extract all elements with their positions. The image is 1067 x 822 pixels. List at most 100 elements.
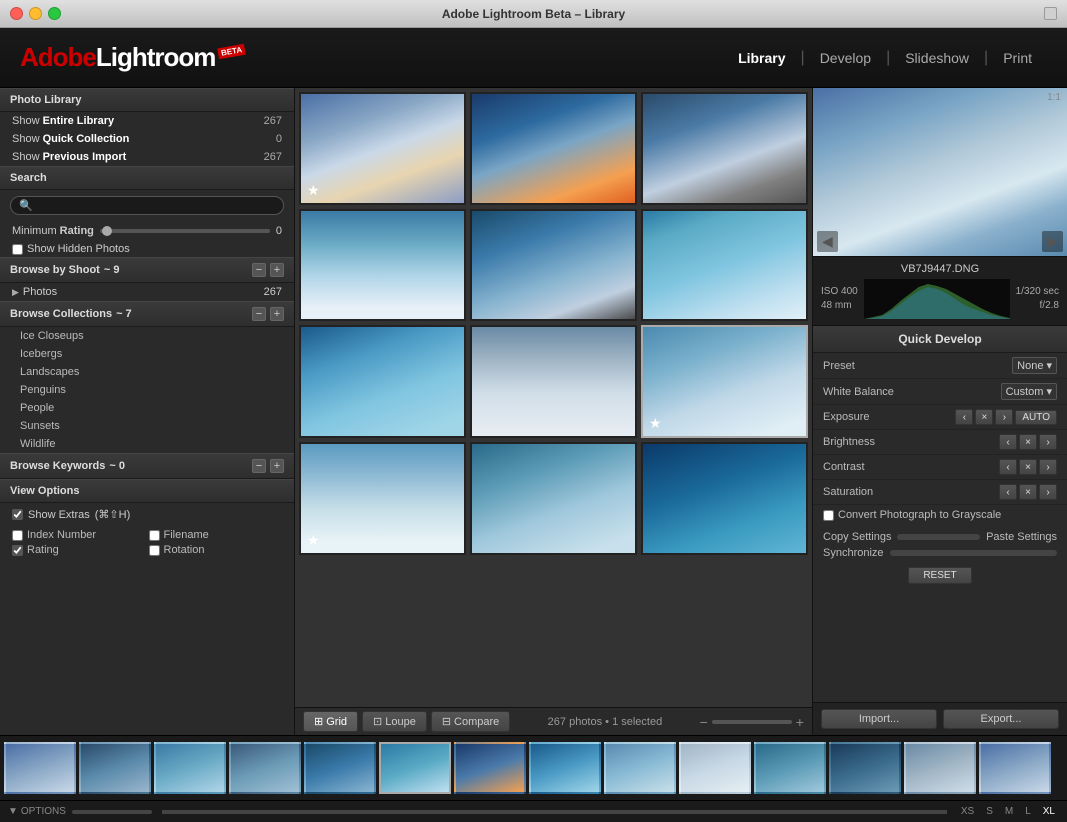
filmstrip-thumb-11[interactable] bbox=[754, 742, 826, 794]
browse-collections-collapse-btn[interactable]: − bbox=[252, 307, 266, 321]
collection-sunsets[interactable]: Sunsets bbox=[0, 417, 294, 435]
filmstrip-thumb-14[interactable] bbox=[979, 742, 1051, 794]
filmstrip-thumb-2[interactable] bbox=[79, 742, 151, 794]
collection-people[interactable]: People bbox=[0, 399, 294, 417]
browse-shoot-add-btn[interactable]: + bbox=[270, 263, 284, 277]
status-slider[interactable] bbox=[72, 810, 152, 814]
filmstrip-thumb-1[interactable] bbox=[4, 742, 76, 794]
filmstrip-thumb-5[interactable] bbox=[304, 742, 376, 794]
browse-keywords-collapse-btn[interactable]: − bbox=[252, 459, 266, 473]
size-xs-btn[interactable]: XS bbox=[957, 805, 978, 818]
copy-sync-slider[interactable] bbox=[897, 534, 980, 540]
filmstrip-thumb-6[interactable] bbox=[379, 742, 451, 794]
browse-keywords-header[interactable]: Browse Keywords ~ 0 − + bbox=[0, 453, 294, 479]
grid-cell-9[interactable]: ★ bbox=[641, 325, 808, 438]
filmstrip-thumb-13[interactable] bbox=[904, 742, 976, 794]
exposure-dec-btn[interactable]: ‹ bbox=[955, 409, 973, 425]
maximize-button[interactable] bbox=[48, 7, 61, 20]
search-input-wrap[interactable]: 🔍 bbox=[10, 196, 284, 215]
size-m-btn[interactable]: M bbox=[1001, 805, 1017, 818]
grid-cell-2[interactable] bbox=[470, 92, 637, 205]
grid-cell-5[interactable] bbox=[470, 209, 637, 322]
brightness-dec-btn[interactable]: ‹ bbox=[999, 434, 1017, 450]
grid-cell-6[interactable] bbox=[641, 209, 808, 322]
filmstrip-scrollbar[interactable] bbox=[162, 810, 947, 814]
collection-landscapes[interactable]: Landscapes bbox=[0, 363, 294, 381]
filename-checkbox[interactable] bbox=[149, 530, 160, 541]
zoom-out-btn[interactable]: − bbox=[700, 714, 708, 730]
close-button[interactable] bbox=[10, 7, 23, 20]
filmstrip-thumb-9[interactable] bbox=[604, 742, 676, 794]
browse-by-shoot-header[interactable]: Browse by Shoot ~ 9 − + bbox=[0, 257, 294, 283]
grid-cell-12[interactable] bbox=[641, 442, 808, 555]
contrast-dec-btn[interactable]: ‹ bbox=[999, 459, 1017, 475]
white-balance-dropdown[interactable]: Custom ▾ bbox=[1001, 383, 1057, 400]
import-btn[interactable]: Import... bbox=[821, 709, 937, 729]
saturation-inc-btn[interactable]: › bbox=[1039, 484, 1057, 500]
grid-view-btn[interactable]: ⊞ Grid bbox=[303, 711, 358, 732]
filmstrip-thumb-10[interactable] bbox=[679, 742, 751, 794]
grid-cell-10[interactable]: ★ bbox=[299, 442, 466, 555]
filmstrip-thumb-3[interactable] bbox=[154, 742, 226, 794]
filmstrip-thumb-7[interactable] bbox=[454, 742, 526, 794]
compare-view-btn[interactable]: ⊟ Compare bbox=[431, 711, 510, 732]
contrast-reset-btn[interactable]: × bbox=[1019, 459, 1037, 475]
preview-next-btn[interactable]: ▶ bbox=[1042, 231, 1063, 252]
rotation-checkbox[interactable] bbox=[149, 545, 160, 556]
grayscale-checkbox[interactable] bbox=[823, 510, 834, 521]
size-l-btn[interactable]: L bbox=[1021, 805, 1035, 818]
browse-collections-add-btn[interactable]: + bbox=[270, 307, 284, 321]
sync-slider[interactable] bbox=[890, 550, 1057, 556]
show-quick-collection[interactable]: Show Quick Collection 0 bbox=[0, 130, 294, 148]
show-hidden-checkbox[interactable] bbox=[12, 244, 23, 255]
grid-cell-3[interactable] bbox=[641, 92, 808, 205]
grid-cell-7[interactable] bbox=[299, 325, 466, 438]
saturation-dec-btn[interactable]: ‹ bbox=[999, 484, 1017, 500]
collection-ice-closeups[interactable]: Ice Closeups bbox=[0, 327, 294, 345]
contrast-inc-btn[interactable]: › bbox=[1039, 459, 1057, 475]
resize-button[interactable] bbox=[1044, 7, 1057, 20]
zoom-in-btn[interactable]: + bbox=[796, 714, 804, 730]
collection-wildlife[interactable]: Wildlife bbox=[0, 435, 294, 453]
collection-penguins[interactable]: Penguins bbox=[0, 381, 294, 399]
exposure-inc-btn[interactable]: › bbox=[995, 409, 1013, 425]
tab-slideshow[interactable]: Slideshow bbox=[890, 45, 984, 71]
grid-cell-8[interactable] bbox=[470, 325, 637, 438]
grid-cell-4[interactable] bbox=[299, 209, 466, 322]
minimize-button[interactable] bbox=[29, 7, 42, 20]
tab-develop[interactable]: Develop bbox=[805, 45, 886, 71]
options-btn[interactable]: ▼ OPTIONS bbox=[8, 806, 66, 817]
brightness-inc-btn[interactable]: › bbox=[1039, 434, 1057, 450]
browse-keywords-add-btn[interactable]: + bbox=[270, 459, 284, 473]
preview-prev-btn[interactable]: ◀ bbox=[817, 231, 838, 252]
grid-cell-11[interactable] bbox=[470, 442, 637, 555]
grid-cell-1[interactable]: ★ bbox=[299, 92, 466, 205]
filmstrip-thumb-8[interactable] bbox=[529, 742, 601, 794]
show-entire-library[interactable]: Show Entire Library 267 bbox=[0, 112, 294, 130]
exposure-reset-btn[interactable]: × bbox=[975, 409, 993, 425]
size-xl-btn[interactable]: XL bbox=[1039, 805, 1059, 818]
rating-slider[interactable] bbox=[100, 229, 270, 233]
saturation-reset-btn[interactable]: × bbox=[1019, 484, 1037, 500]
tab-library[interactable]: Library bbox=[723, 45, 800, 71]
index-number-checkbox[interactable] bbox=[12, 530, 23, 541]
preset-dropdown[interactable]: None ▾ bbox=[1012, 357, 1057, 374]
search-input[interactable] bbox=[37, 200, 275, 212]
show-extras-checkbox[interactable] bbox=[12, 509, 23, 520]
show-previous-import[interactable]: Show Previous Import 267 bbox=[0, 148, 294, 166]
brightness-reset-btn[interactable]: × bbox=[1019, 434, 1037, 450]
filmstrip-thumb-4[interactable] bbox=[229, 742, 301, 794]
loupe-view-btn[interactable]: ⊡ Loupe bbox=[362, 711, 427, 732]
rating-checkbox[interactable] bbox=[12, 545, 23, 556]
zoom-slider[interactable] bbox=[712, 720, 792, 724]
browse-collections-header[interactable]: Browse Collections ~ 7 − + bbox=[0, 301, 294, 327]
view-options-checkboxes: Index Number Filename Rating Rotation bbox=[0, 526, 294, 562]
browse-shoot-collapse-btn[interactable]: − bbox=[252, 263, 266, 277]
export-btn[interactable]: Export... bbox=[943, 709, 1059, 729]
filmstrip-thumb-12[interactable] bbox=[829, 742, 901, 794]
size-s-btn[interactable]: S bbox=[982, 805, 997, 818]
reset-btn[interactable]: RESET bbox=[908, 567, 971, 584]
collection-icebergs[interactable]: Icebergs bbox=[0, 345, 294, 363]
tab-print[interactable]: Print bbox=[988, 45, 1047, 71]
exposure-auto-btn[interactable]: AUTO bbox=[1015, 410, 1057, 425]
